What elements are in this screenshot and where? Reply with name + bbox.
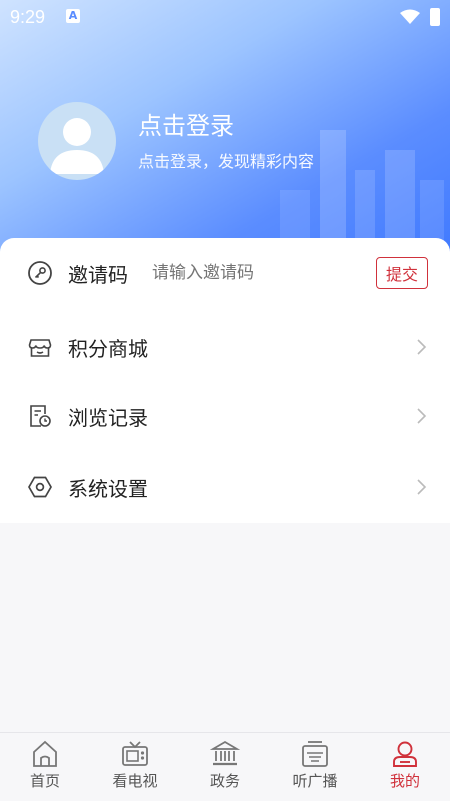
government-icon [210,740,240,766]
tab-label: 首页 [29,772,60,790]
status-time: 9:29 [10,7,46,27]
tab-tv[interactable]: 看电视 [90,733,180,801]
login-subtitle: 点击登录，发现精彩内容 [138,152,315,171]
menu-item-points-mall[interactable]: 积分商城 [0,312,450,382]
key-icon [28,261,52,285]
bottom-tab-bar: 首页 看电视 政务 听广播 我的 [0,732,450,801]
invite-code-input[interactable] [150,262,354,284]
menu-item-label: 浏览记录 [68,405,148,430]
invite-code-row: 邀请码 提交 [0,238,450,308]
tab-label: 听广播 [292,772,338,790]
tab-radio[interactable]: 听广播 [270,733,360,801]
submit-button[interactable]: 提交 [375,257,428,289]
chevron-right-icon [417,479,427,495]
chevron-right-icon [417,339,427,355]
chevron-right-icon [417,408,427,424]
tab-home[interactable]: 首页 [0,733,90,801]
settings-icon [28,476,52,498]
tab-mine[interactable]: 我的 [360,733,450,801]
store-icon [28,339,52,357]
default-avatar-icon [50,118,104,174]
status-bar: 9:29 A [0,0,450,34]
tab-government[interactable]: 政务 [180,733,270,801]
app-notification-icon: A [66,9,80,23]
home-icon [33,740,57,767]
menu-card: 邀请码 提交 积分商城 浏览记录 系统设置 [0,238,450,523]
profile-header: 9:29 A 点击登录 点击登录，发现精彩内容 [0,0,450,270]
tv-icon [122,741,148,766]
wifi-icon [400,9,420,24]
login-title[interactable]: 点击登录 [138,110,314,142]
tab-label: 政务 [209,772,240,790]
tab-label: 看电视 [112,772,158,790]
tab-label: 我的 [389,772,420,790]
login-profile[interactable]: 点击登录 点击登录，发现精彩内容 [38,102,314,180]
menu-item-label: 积分商城 [68,336,148,361]
menu-item-browse-history[interactable]: 浏览记录 [0,381,450,451]
user-icon [393,741,417,767]
history-icon [30,405,51,427]
radio-icon [302,741,328,767]
menu-item-label: 系统设置 [68,476,148,501]
menu-item-system-settings[interactable]: 系统设置 [0,452,450,522]
invite-code-label: 邀请码 [68,262,128,287]
battery-icon [430,8,440,26]
avatar[interactable] [38,102,116,180]
